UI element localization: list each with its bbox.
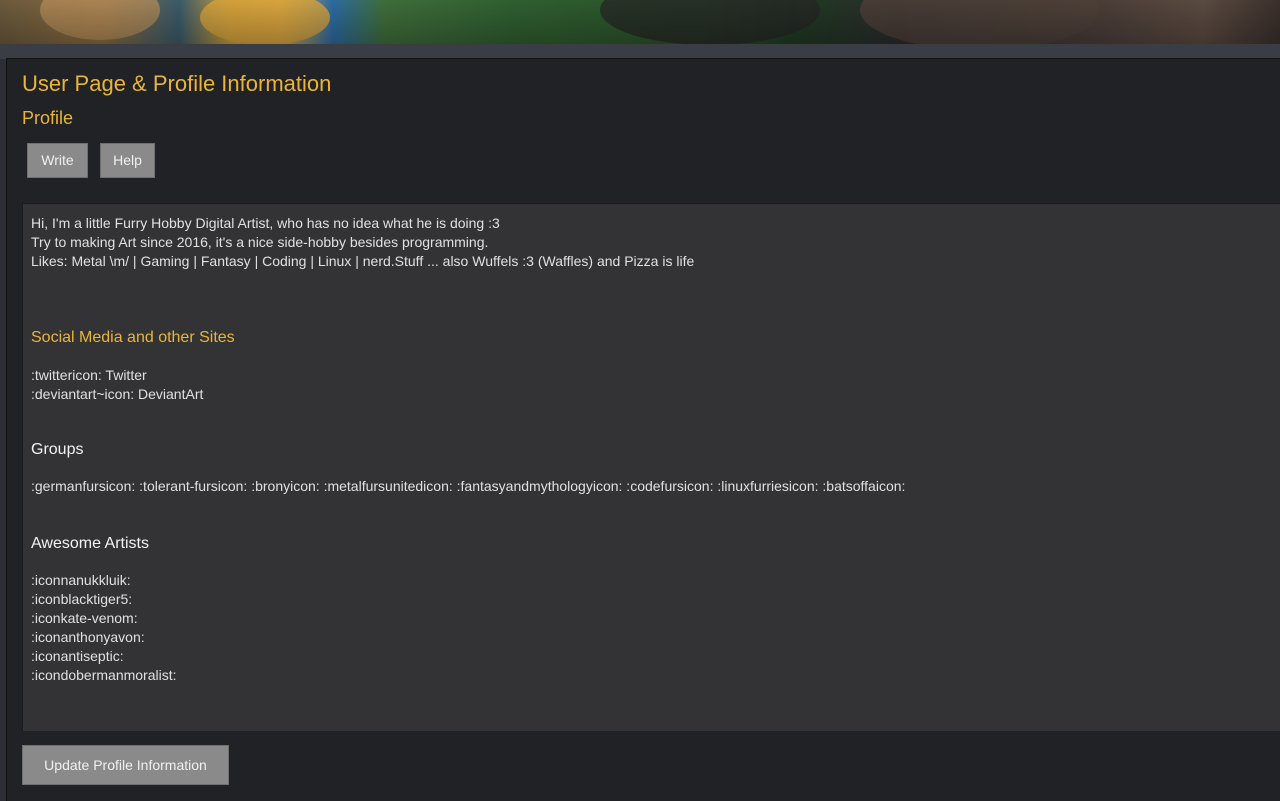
artist-line: :iconblacktiger5: [31, 591, 133, 607]
social-link-line: :deviantart~icon: DeviantArt [31, 386, 204, 402]
update-profile-button[interactable]: Update Profile Information [22, 745, 229, 785]
artists-heading: Awesome Artists [31, 535, 149, 552]
groups-line: :germanfursicon: :tolerant-fursicon: :br… [31, 478, 906, 494]
header-banner-image [0, 0, 1280, 44]
intro-line: Likes: Metal \m/ | Gaming | Fantasy | Co… [31, 253, 695, 269]
artist-line: :iconnanukkluik: [31, 572, 131, 588]
banner-divider [0, 44, 1280, 59]
artist-line: :iconanthonyavon: [31, 629, 145, 645]
artist-line: :iconantiseptic: [31, 648, 124, 664]
intro-line: Hi, I'm a little Furry Hobby Digital Art… [31, 215, 500, 231]
help-tab-button[interactable]: Help [100, 143, 155, 178]
artist-line: :icondobermanmoralist: [31, 667, 177, 683]
intro-line: Try to making Art since 2016, it's a nic… [31, 234, 489, 250]
settings-panel: User Page & Profile Information Profile … [6, 58, 1280, 801]
groups-heading: Groups [31, 441, 84, 458]
page-title: User Page & Profile Information [22, 71, 332, 96]
social-media-heading: Social Media and other Sites [31, 329, 235, 346]
artist-line: :iconkate-venom: [31, 610, 138, 626]
social-link-line: :twittericon: Twitter [31, 367, 147, 383]
write-tab-button[interactable]: Write [27, 143, 88, 178]
section-title-profile: Profile [22, 108, 74, 128]
profile-text-editor[interactable]: Hi, I'm a little Furry Hobby Digital Art… [22, 203, 1280, 731]
